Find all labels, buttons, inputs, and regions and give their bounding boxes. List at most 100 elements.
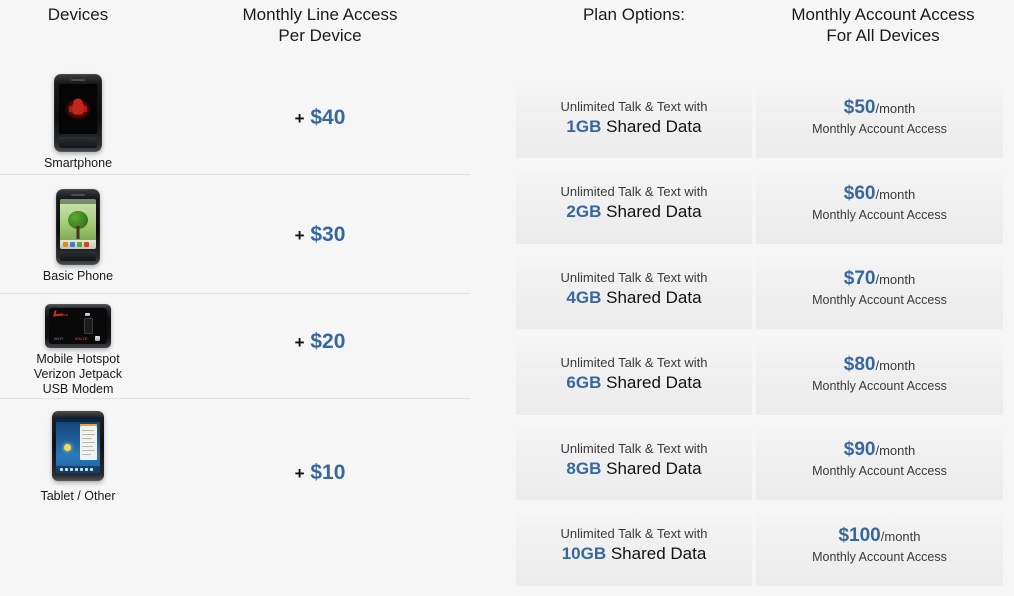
plan-data-amount: 10GB <box>561 544 607 563</box>
device-price-tablet: + $10 <box>170 461 470 485</box>
plan-row: Unlimited Talk & Text with 6GB Shared Da… <box>516 332 1003 419</box>
column-header-line-access-line2: Per Device <box>278 26 362 45</box>
plan-price-amount: $70 <box>843 268 876 289</box>
plan-options-grid: Unlimited Talk & Text with 1GB Shared Da… <box>516 76 1003 589</box>
plan-option-line1: Unlimited Talk & Text with <box>560 440 708 456</box>
plan-option-line2: 6GB Shared Data <box>561 372 708 393</box>
column-header-devices: Devices <box>0 4 156 25</box>
column-header-account-access-line2: For All Devices <box>826 26 940 45</box>
plan-row: Unlimited Talk & Text with 4GB Shared Da… <box>516 247 1003 333</box>
plan-data-amount: 6GB <box>566 373 602 392</box>
plan-shared-data-label: Shared Data <box>606 373 702 392</box>
plan-price-amount: $90 <box>843 439 876 460</box>
plan-price-sublabel: Monthly Account Access <box>812 464 947 478</box>
plan-data-amount: 4GB <box>566 287 602 307</box>
plan-price-period: /month <box>875 357 916 373</box>
plan-shared-data-label: Shared Data <box>606 458 702 478</box>
price-amount: $40 <box>310 106 346 129</box>
table-row: Smartphone + $40 <box>0 56 470 175</box>
plan-option-card[interactable]: Unlimited Talk & Text with 2GB Shared Da… <box>516 161 752 244</box>
plan-data-amount: 1GB <box>566 116 602 136</box>
plan-row: Unlimited Talk & Text with 10GB Shared D… <box>516 503 1003 590</box>
price-plus-sign: + <box>294 333 305 352</box>
plan-option-line2: 2GB Shared Data <box>561 201 708 222</box>
plan-option-line1: Unlimited Talk & Text with <box>560 184 708 199</box>
device-label: Tablet / Other <box>40 489 116 503</box>
plan-account-access-card[interactable]: $100/month Monthly Account Access <box>756 503 1003 586</box>
plan-account-access-card[interactable]: $80/month Monthly Account Access <box>756 332 1003 415</box>
plan-option-line2: 10GB Shared Data <box>561 543 708 564</box>
column-header-monthly-line-access: Monthly Line Access Per Device <box>170 4 470 46</box>
column-header-line-access-line1: Monthly Line Access <box>242 5 398 24</box>
plan-shared-data-label: Shared Data <box>610 544 707 563</box>
price-plus-sign: + <box>294 464 305 483</box>
plan-account-access-card[interactable]: $60/month Monthly Account Access <box>756 161 1003 244</box>
plan-price: $70/month <box>812 268 947 291</box>
device-cell-mobile-hotspot: verizon Wi-Fi 4GLTE Mobile Hotspot Veriz… <box>0 304 156 397</box>
plan-option-card[interactable]: Unlimited Talk & Text with 4GB Shared Da… <box>516 247 752 329</box>
plan-price-sublabel: Monthly Account Access <box>812 207 947 222</box>
column-header-devices-label: Devices <box>47 5 109 24</box>
plan-option-line1: Unlimited Talk & Text with <box>560 526 708 541</box>
device-price-mobile-hotspot: + $20 <box>170 330 470 354</box>
plan-option-line2: 4GB Shared Data <box>561 287 708 308</box>
plan-price: $50/month <box>812 97 947 120</box>
device-cell-tablet: Tablet / Other <box>0 411 156 504</box>
plan-option-line2: 1GB Shared Data <box>561 116 708 137</box>
plan-price: $100/month <box>812 525 947 548</box>
plan-shared-data-label: Shared Data <box>606 116 702 136</box>
plan-option-card[interactable]: Unlimited Talk & Text with 6GB Shared Da… <box>516 332 752 415</box>
plan-price-sublabel: Monthly Account Access <box>812 378 947 393</box>
plan-price-period: /month <box>880 528 921 544</box>
price-plus-sign: + <box>294 109 305 128</box>
plan-shared-data-label: Shared Data <box>606 202 702 221</box>
plan-option-line1: Unlimited Talk & Text with <box>560 98 708 114</box>
plan-shared-data-label: Shared Data <box>606 287 702 307</box>
device-label: Basic Phone <box>42 269 114 283</box>
device-price-smartphone: + $40 <box>170 106 470 130</box>
device-label: Mobile Hotspot Verizon Jetpack USB Modem <box>33 352 123 396</box>
plan-price-amount: $80 <box>843 353 876 375</box>
plan-row: Unlimited Talk & Text with 2GB Shared Da… <box>516 161 1003 248</box>
plan-price-period: /month <box>875 443 916 458</box>
price-amount: $30 <box>310 223 346 246</box>
pricing-comparison-page: Devices Monthly Line Access Per Device P… <box>0 0 1014 596</box>
plan-price: $80/month <box>812 354 947 377</box>
plan-option-card[interactable]: Unlimited Talk & Text with 10GB Shared D… <box>516 503 752 586</box>
plan-option-card[interactable]: Unlimited Talk & Text with 1GB Shared Da… <box>516 76 752 158</box>
device-price-basic-phone: + $30 <box>170 223 470 247</box>
plan-option-line1: Unlimited Talk & Text with <box>560 355 708 370</box>
plan-price-sublabel: Monthly Account Access <box>812 122 947 136</box>
table-row: Basic Phone + $30 <box>0 175 470 294</box>
plan-account-access-card[interactable]: $50/month Monthly Account Access <box>756 76 1003 158</box>
tablet-icon <box>52 411 104 481</box>
plan-price-sublabel: Monthly Account Access <box>812 293 947 307</box>
price-amount: $20 <box>310 330 346 353</box>
plan-option-card[interactable]: Unlimited Talk & Text with 8GB Shared Da… <box>516 418 752 500</box>
plan-data-amount: 8GB <box>566 458 602 478</box>
column-header-plan-options: Plan Options: <box>505 4 763 25</box>
smartphone-icon <box>54 74 102 152</box>
plan-row: Unlimited Talk & Text with 8GB Shared Da… <box>516 418 1003 504</box>
plan-option-line1: Unlimited Talk & Text with <box>560 269 708 285</box>
plan-price: $60/month <box>812 183 947 206</box>
table-row: verizon Wi-Fi 4GLTE Mobile Hotspot Veriz… <box>0 294 470 399</box>
price-amount: $10 <box>310 461 346 484</box>
price-plus-sign: + <box>294 226 305 245</box>
plan-price-sublabel: Monthly Account Access <box>812 549 947 564</box>
plan-account-access-card[interactable]: $90/month Monthly Account Access <box>756 418 1003 500</box>
device-cell-smartphone: Smartphone <box>0 74 156 171</box>
device-label: Smartphone <box>43 156 113 170</box>
plan-price-period: /month <box>875 101 916 116</box>
plan-price-amount: $50 <box>843 97 876 118</box>
mobile-hotspot-icon: verizon Wi-Fi 4GLTE <box>45 304 111 348</box>
device-cell-basic-phone: Basic Phone <box>0 189 156 284</box>
plan-account-access-card[interactable]: $70/month Monthly Account Access <box>756 247 1003 329</box>
column-header-plan-options-label: Plan Options: <box>582 5 686 24</box>
plan-price: $90/month <box>812 439 947 462</box>
plan-option-line2: 8GB Shared Data <box>561 458 708 479</box>
plan-price-amount: $100 <box>838 524 881 546</box>
devices-table: Smartphone + $40 Basic Phone + $30 veriz… <box>0 56 470 539</box>
plan-price-amount: $60 <box>843 182 876 204</box>
table-row: Tablet / Other + $10 <box>0 399 470 539</box>
